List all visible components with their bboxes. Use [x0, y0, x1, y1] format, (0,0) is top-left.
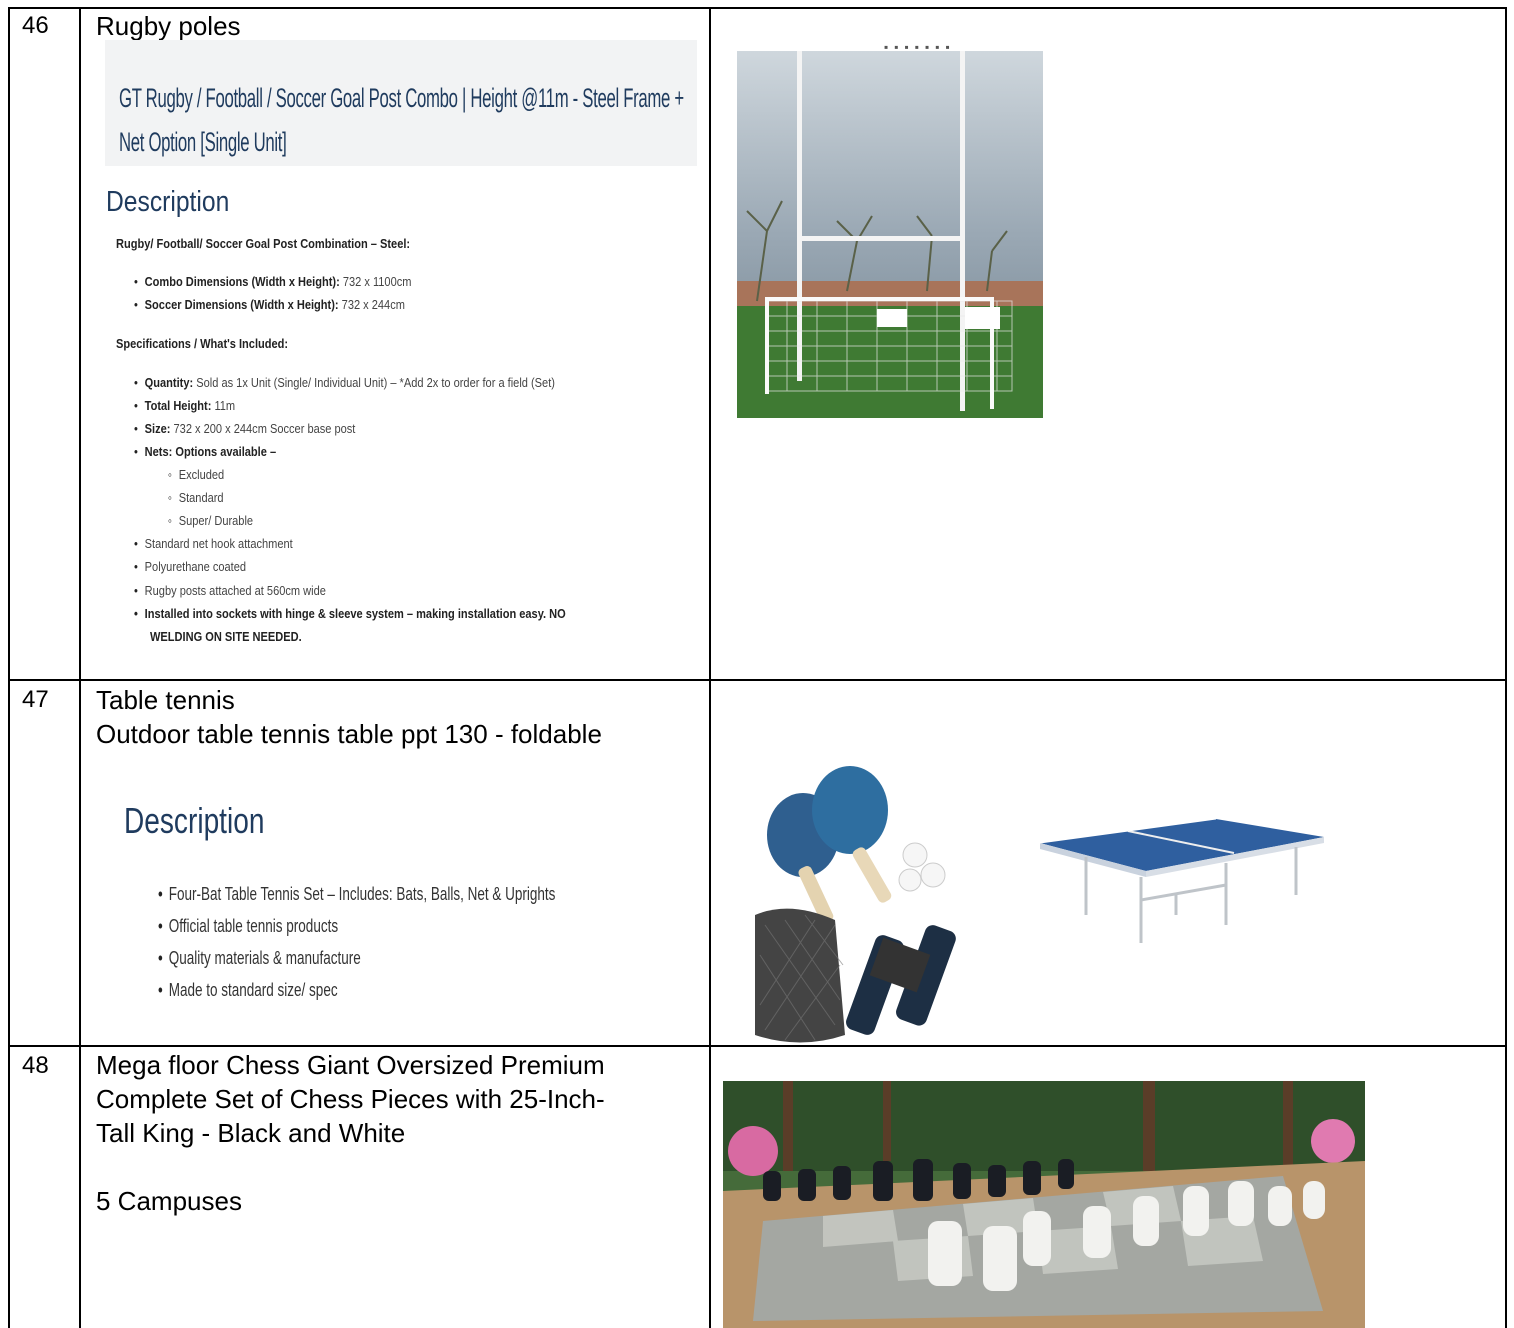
column-divider [79, 7, 81, 1328]
item-title: Rugby poles [96, 11, 241, 41]
table-tennis-table-photo [1036, 815, 1328, 945]
intro-text: Rugby/ Football/ Soccer Goal Post Combin… [116, 236, 411, 251]
row-divider [8, 1045, 1506, 1047]
sub-list-item: Standard [168, 490, 224, 505]
row-number: 48 [22, 1052, 49, 1079]
table-tennis-set-photo [745, 765, 995, 1045]
item-title: Table tennis Outdoor table tennis table … [96, 685, 602, 749]
row-divider [8, 679, 1506, 681]
list-item: Installed into sockets with hinge & slee… [134, 606, 566, 621]
list-item: Size: 732 x 200 x 244cm Soccer base post [134, 421, 356, 436]
paddles-balls-net-image [745, 765, 995, 1045]
list-item: Four-Bat Table Tennis Set – Includes: Ba… [158, 884, 556, 905]
column-divider [709, 7, 711, 1328]
list-item: Made to standard size/ spec [158, 980, 338, 1001]
list-item: Total Height: 11m [134, 398, 235, 413]
product-heading-box: GT Rugby / Football / Soccer Goal Post C… [105, 40, 697, 166]
list-item: Polyurethane coated [134, 559, 246, 574]
list-item: Official table tennis products [158, 916, 338, 937]
list-item: Rugby posts attached at 560cm wide [134, 583, 326, 598]
giant-chess-photo [723, 1081, 1365, 1328]
specs-heading: Specifications / What's Included: [116, 336, 289, 351]
rugby-description-screenshot: GT Rugby / Football / Soccer Goal Post C… [100, 40, 700, 650]
list-item: Combo Dimensions (Width x Height): 732 x… [134, 274, 412, 289]
row-number: 46 [22, 12, 49, 39]
table-border-right [1505, 7, 1507, 1328]
list-item-continuation: WELDING ON SITE NEEDED. [150, 629, 302, 644]
rugby-goal-image [737, 51, 1043, 418]
sub-list-item: Excluded [168, 467, 224, 482]
list-item: Soccer Dimensions (Width x Height): 732 … [134, 297, 405, 312]
description-heading: Description [106, 186, 230, 218]
list-item: Quality materials & manufacture [158, 948, 361, 969]
sub-list-item: Super/ Durable [168, 513, 253, 528]
list-item: Nets: Options available – [134, 444, 276, 459]
table-tennis-description-screenshot: Description Four-Bat Table Tennis Set – … [100, 790, 700, 1020]
product-heading: GT Rugby / Football / Soccer Goal Post C… [119, 83, 684, 157]
ping-pong-table-image [1036, 815, 1328, 945]
list-item: Standard net hook attachment [134, 536, 293, 551]
table-border-left [8, 7, 10, 1328]
chess-garden-image [723, 1081, 1365, 1328]
description-heading: Description [124, 800, 265, 841]
rugby-goal-photo [737, 51, 1043, 418]
item-title: Mega floor Chess Giant Oversized Premium… [96, 1050, 605, 1216]
items-table: 46 Rugby poles GT Rugby / Football / Soc… [0, 0, 1514, 1328]
list-item: Quantity: Sold as 1x Unit (Single/ Indiv… [134, 375, 555, 390]
row-number: 47 [22, 686, 49, 713]
